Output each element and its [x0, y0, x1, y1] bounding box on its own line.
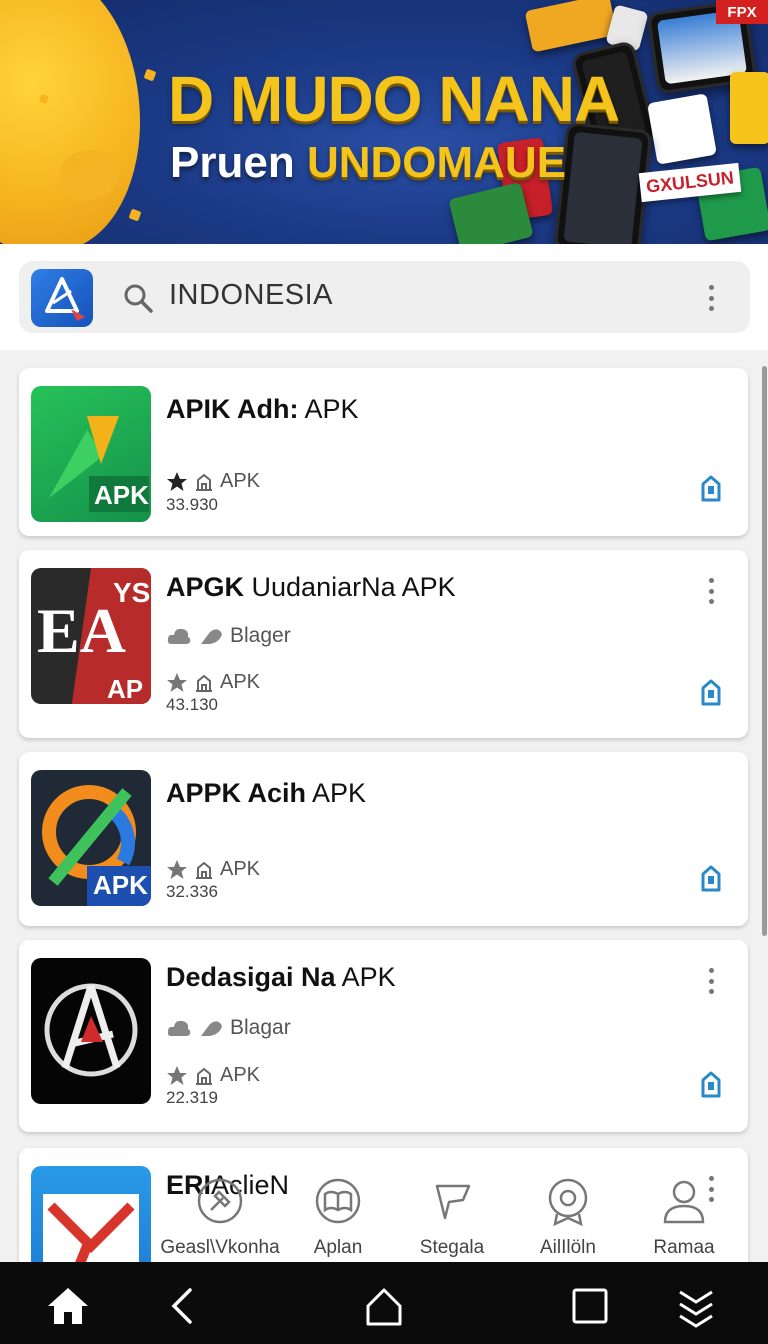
- category-label: Blager: [230, 624, 291, 647]
- list-item[interactable]: Dedasigai Na APK Blagar APK 22.319: [19, 940, 748, 1132]
- app-tag: APK: [220, 1064, 261, 1086]
- app-tag: APK: [220, 858, 261, 880]
- svg-text:APK: APK: [94, 480, 149, 510]
- corner-badge: FPX: [716, 0, 768, 24]
- app-category: Blagar: [166, 1016, 291, 1040]
- map-graphic: [0, 0, 140, 244]
- app-category: Blager: [166, 624, 291, 648]
- app-meta: APK: [166, 470, 260, 493]
- tab-label: Stegala: [419, 1237, 485, 1258]
- tab-label: AilIlöln: [540, 1237, 596, 1258]
- download-count: 33.930: [166, 495, 218, 514]
- floating-card: [524, 0, 618, 53]
- tab-label: Ramaa: [653, 1237, 715, 1258]
- home-filled-icon[interactable]: [46, 1284, 90, 1328]
- list-item[interactable]: APK APPK Acih APK APK 32.336: [19, 752, 748, 926]
- app-title[interactable]: APPK Acih APK: [166, 778, 366, 809]
- scrollbar[interactable]: [762, 366, 767, 936]
- bottom-tab-bar: Geasl\Vkonha Aplan Stegala AilIlöln Rama…: [0, 1170, 768, 1262]
- tab-aplan[interactable]: Aplan: [278, 1176, 398, 1259]
- star-icon: [167, 471, 187, 491]
- banner-subtitle-yellow: UNDOMAUE: [306, 138, 567, 187]
- banner-subtitle-white: Pruen: [170, 138, 295, 187]
- install-icon[interactable]: [697, 864, 725, 894]
- building-icon: [196, 473, 212, 491]
- tab-ailloln[interactable]: AilIlöln: [508, 1176, 628, 1259]
- floating-card: [730, 72, 768, 144]
- tab-label: Aplan: [313, 1237, 363, 1258]
- confetti-dot: [128, 208, 142, 222]
- back-icon[interactable]: [162, 1284, 206, 1328]
- tab-ramaa[interactable]: Ramaa: [624, 1176, 744, 1259]
- app-title[interactable]: APIK Adh: APK: [166, 394, 359, 425]
- system-nav-bar: [0, 1262, 768, 1344]
- bird-icon: [201, 629, 222, 644]
- bird-icon: [201, 1021, 222, 1036]
- more-options-icon[interactable]: [708, 285, 714, 311]
- app-list[interactable]: APK APIK Adh: APK APK 33.930 EA YS AP AP…: [0, 350, 768, 1262]
- star-icon: [167, 672, 187, 692]
- star-icon: [167, 859, 187, 879]
- app-thumbnail: APK: [31, 386, 151, 522]
- building-icon: [196, 1067, 212, 1085]
- svg-text:APK: APK: [93, 870, 148, 900]
- install-icon[interactable]: [697, 474, 725, 504]
- confetti-dot: [143, 68, 157, 82]
- list-item[interactable]: EA YS AP APGK UudaniarNa APK Blager APK …: [19, 550, 748, 738]
- app-logo-icon[interactable]: [31, 269, 93, 327]
- badge-icon: [548, 1178, 588, 1227]
- hammer-icon: [197, 1178, 243, 1224]
- cloud-icon: [167, 1020, 191, 1036]
- download-count: 43.130: [166, 695, 218, 714]
- tab-geaslvkonha[interactable]: Geasl\Vkonha: [160, 1176, 280, 1259]
- app-title[interactable]: Dedasigai Na APK: [166, 962, 396, 993]
- download-count: 22.319: [166, 1088, 218, 1107]
- app-tag: APK: [220, 470, 261, 492]
- app-meta: APK: [166, 671, 260, 694]
- search-input[interactable]: INDONESIA: [169, 279, 333, 312]
- recents-icon[interactable]: [568, 1284, 612, 1328]
- search-bar[interactable]: INDONESIA: [19, 261, 750, 333]
- app-meta: APK: [166, 1064, 260, 1087]
- app-tag: APK: [220, 671, 261, 693]
- svg-text:AP: AP: [107, 674, 143, 704]
- book-icon: [315, 1178, 361, 1224]
- phone-graphic: [553, 121, 653, 244]
- install-icon[interactable]: [697, 1070, 725, 1100]
- download-count: 32.336: [166, 882, 218, 901]
- building-icon: [196, 674, 212, 692]
- building-icon: [196, 861, 212, 879]
- more-options-icon[interactable]: [708, 578, 714, 604]
- search-icon[interactable]: [123, 283, 153, 313]
- category-label: Blagar: [230, 1016, 291, 1039]
- tab-label: Geasl\Vkonha: [160, 1237, 280, 1258]
- cloud-icon: [167, 628, 191, 644]
- flag-icon: [435, 1184, 471, 1220]
- home-outline-icon[interactable]: [362, 1284, 406, 1328]
- list-item[interactable]: APK APIK Adh: APK APK 33.930: [19, 368, 748, 536]
- app-thumbnail: [31, 958, 151, 1104]
- chevrons-down-icon[interactable]: [674, 1284, 718, 1328]
- app-thumbnail: APK: [31, 770, 151, 906]
- floating-card: [647, 93, 717, 165]
- more-options-icon[interactable]: [708, 968, 714, 994]
- star-icon: [167, 1065, 187, 1085]
- search-header: INDONESIA: [0, 244, 768, 350]
- promo-banner[interactable]: GXULSUN FPX D MUDO NANA Pruen UNDOMAUE: [0, 0, 768, 244]
- banner-subtitle: Pruen UNDOMAUE: [170, 138, 566, 188]
- tab-stegala[interactable]: Stegala: [392, 1176, 512, 1259]
- app-title[interactable]: APGK UudaniarNa APK: [166, 572, 456, 603]
- floating-card: [448, 181, 534, 244]
- app-thumbnail: EA YS AP: [31, 568, 151, 704]
- banner-title: D MUDO NANA: [168, 63, 620, 135]
- person-icon: [663, 1180, 705, 1224]
- svg-text:YS: YS: [113, 577, 150, 608]
- app-meta: APK: [166, 858, 260, 881]
- install-icon[interactable]: [697, 678, 725, 708]
